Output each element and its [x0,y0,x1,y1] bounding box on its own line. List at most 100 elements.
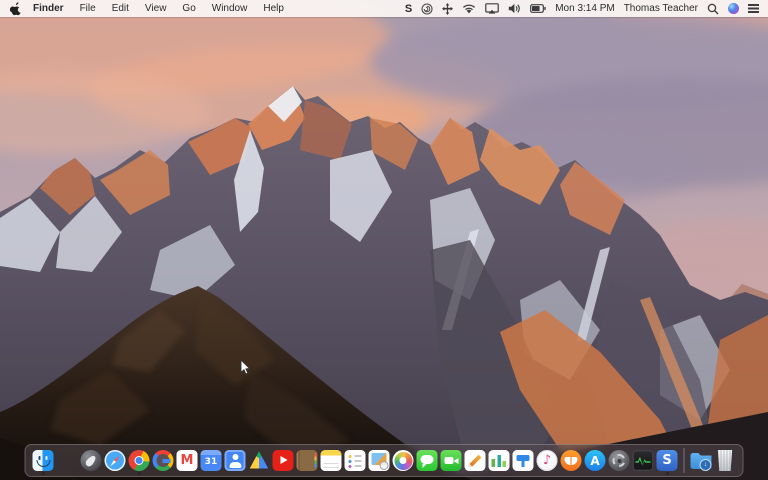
spotlight-search-icon[interactable] [707,0,719,17]
dock-item-system-preferences[interactable] [608,450,630,471]
dock-item-safari[interactable] [104,450,126,471]
dock-item-finder[interactable] [32,450,54,471]
apple-menu[interactable] [0,0,31,17]
dock-item-pages[interactable] [464,450,486,471]
dock-item-itunes[interactable]: ♪ [536,450,558,471]
dock-item-google-drive[interactable] [249,450,270,471]
dock-item-messages[interactable] [416,450,438,471]
pages-icon [464,450,486,471]
wifi-icon[interactable] [462,0,476,17]
desktop: Finder File Edit View Go Window Help S M… [0,0,768,480]
menu-items: File Edit View Go Window Help [72,0,292,17]
google-contacts-icon [224,450,246,471]
move-glyph [442,2,454,15]
chrome-icon [128,450,150,471]
move-status-icon[interactable] [442,0,454,17]
app-store-icon: A [584,450,606,471]
dock-item-activity-monitor[interactable] [632,450,654,471]
dock-item-keynote[interactable] [512,450,534,471]
app-store-glyph: A [590,453,600,468]
menu-bar-status-area: S Mon 3:14 PM Thomas Teacher [405,0,768,17]
finder-icon [32,450,54,471]
dock-item-numbers[interactable] [488,450,510,471]
youtube-icon [272,450,294,471]
dock-item-contacts[interactable] [296,450,318,471]
downloads-icon [691,450,712,471]
menu-bar-left: Finder File Edit View Go Window Help [0,0,292,17]
menu-help[interactable]: Help [255,0,292,17]
safari-icon [104,450,126,471]
dock-item-google[interactable] [152,450,174,471]
user-menu[interactable]: Thomas Teacher [624,0,698,17]
dock-item-notes[interactable] [320,450,342,471]
google-drive-icon [249,450,270,471]
airplay-display-icon[interactable] [485,0,500,17]
menu-view[interactable]: View [137,0,175,17]
dock-separator [683,448,685,473]
photos-icon [392,450,414,471]
siri-icon[interactable] [728,0,739,17]
battery-icon[interactable] [530,0,546,17]
menu-finder[interactable]: Finder [31,0,72,17]
volume-glyph [509,3,520,14]
dock: M 31 ♪ A S [24,444,744,477]
s-app-icon: S [656,450,678,471]
google-calendar-glyph: 31 [204,457,218,467]
dock-item-ibooks[interactable] [560,450,582,471]
numbers-icon [488,450,510,471]
display-glyph [485,3,500,14]
dock-item-launchpad[interactable] [80,450,102,471]
google-icon [152,450,174,471]
dock-item-siri[interactable] [57,450,78,471]
siri-icon [57,450,78,471]
dock-item-s-app[interactable]: S [656,450,678,471]
siri-orb [728,3,739,14]
facetime-icon [440,450,462,471]
preview-icon [368,450,390,471]
itunes-icon: ♪ [536,450,558,471]
dock-item-photos[interactable] [392,450,414,471]
spiral-status-icon[interactable] [421,0,433,17]
menu-edit[interactable]: Edit [104,0,137,17]
dock-item-facetime[interactable] [440,450,462,471]
dock-item-youtube[interactable] [272,450,294,471]
ibooks-icon [560,450,582,471]
gmail-glyph: M [180,453,194,468]
messages-icon [416,450,438,471]
menu-bar: Finder File Edit View Go Window Help S M… [0,0,768,17]
dock-item-downloads[interactable] [691,450,712,471]
activity-monitor-icon [632,450,654,471]
dock-item-google-contacts[interactable] [224,450,246,471]
dock-item-app-store[interactable]: A [584,450,606,471]
volume-icon[interactable] [508,0,521,17]
search-glyph [707,3,719,14]
menu-bar-clock[interactable]: Mon 3:14 PM [555,0,614,17]
battery-glyph [530,4,546,13]
dock-item-chrome[interactable] [128,450,150,471]
system-preferences-icon [608,450,630,471]
dock-item-gmail[interactable]: M [176,450,198,471]
apple-icon [10,1,21,15]
keynote-icon [512,450,534,471]
menu-file[interactable]: File [72,0,104,17]
launchpad-icon [80,450,102,471]
wifi-glyph [463,4,476,14]
gmail-icon: M [176,450,198,471]
contacts-icon [296,450,318,471]
s-app-glyph: S [662,453,672,468]
notes-icon [320,450,342,471]
notification-center-glyph [748,4,759,13]
dock-item-google-calendar[interactable]: 31 [200,450,222,471]
spiral-glyph [421,2,433,15]
google-calendar-icon: 31 [200,450,222,471]
menu-go[interactable]: Go [174,0,203,17]
reminders-icon [344,450,366,471]
dock-item-reminders[interactable] [344,450,366,471]
menu-window[interactable]: Window [204,0,256,17]
itunes-glyph: ♪ [542,453,552,468]
wallpaper-sierra-mountains [0,0,768,480]
dock-item-trash[interactable] [715,450,736,471]
notification-center-icon[interactable] [748,0,759,17]
dock-item-preview[interactable] [368,450,390,471]
s-app-status-icon[interactable]: S [405,0,412,17]
